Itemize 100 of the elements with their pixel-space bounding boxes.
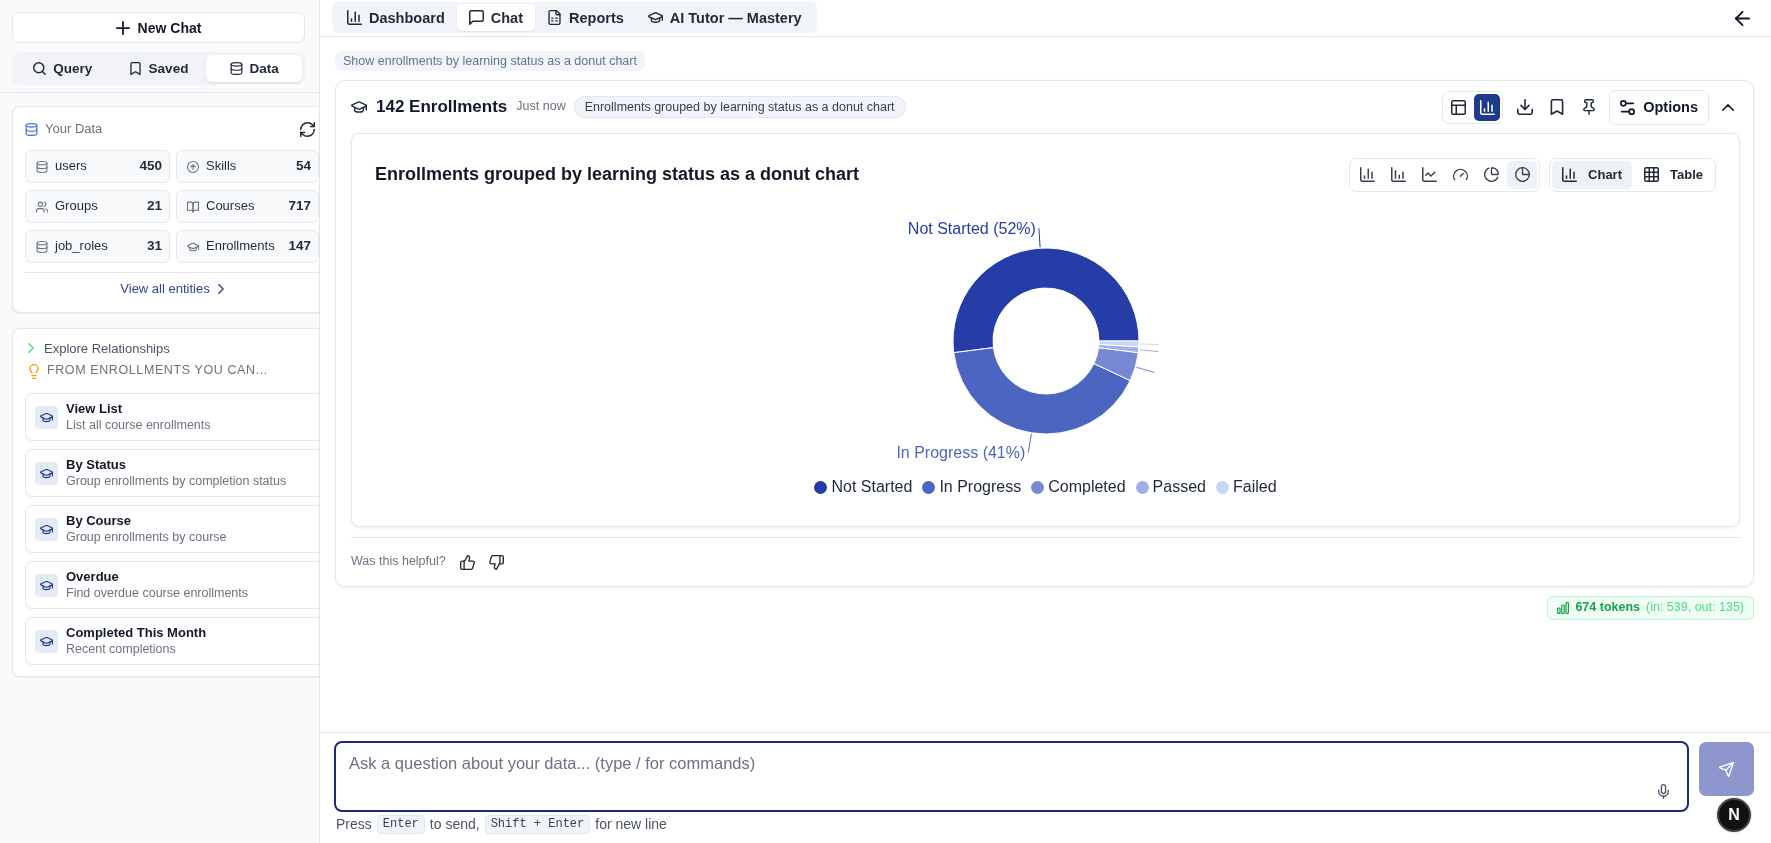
action-item[interactable]: Overdue Find overdue course enrollments [25,561,319,610]
database-icon [36,240,48,253]
query-chip: Show enrollments by learning status as a donut chart [335,51,645,71]
entity-card[interactable]: job_roles 31 [25,230,170,263]
section-heading: FROM ENROLLMENTS YOU CAN... [47,363,268,380]
entity-name: users [55,158,87,175]
bar-chart-icon [1359,167,1375,182]
entity-card[interactable]: Courses 717 [176,190,319,223]
table-icon [1644,167,1659,182]
chart-type-button[interactable] [1507,160,1538,189]
leader-line [1138,349,1159,353]
refresh-icon[interactable] [300,121,315,137]
database-icon [229,62,243,75]
floating-badge-button[interactable]: N [1717,798,1751,832]
entity-count: 31 [146,238,162,255]
display-mode-button[interactable]: Chart [1552,160,1632,189]
action-description: Recent completions [66,642,177,658]
top-tab[interactable]: Reports [535,4,636,31]
bar-chart-icon [1562,167,1578,182]
action-item[interactable]: By Status Group enrollments by completion status [25,449,319,498]
database-icon [36,160,48,173]
view-toggle-button[interactable] [1474,93,1501,121]
new-chat-button[interactable]: New Chat [12,12,305,43]
pin-icon[interactable] [1581,99,1598,115]
download-icon[interactable] [1517,99,1534,115]
bar-chart-icon [1557,602,1570,614]
entity-name: Skills [206,158,237,175]
summary-chip: Enrollments grouped by learning status as a donut chart [573,96,906,118]
lightbulb-icon [29,363,39,379]
bookmark-icon [128,62,142,75]
legend-label: Failed [1232,477,1277,497]
action-description: Group enrollments by completion status [66,474,287,490]
line-chart-icon [1421,167,1437,182]
action-item[interactable]: View List List all course enrollments [25,393,319,442]
send-icon [1719,761,1734,777]
action-title: Completed This Month [66,624,207,642]
legend-label: In Progress [939,477,1022,497]
top-tab[interactable]: AI Tutor — Mastery [635,4,814,31]
entity-count: 147 [288,238,311,255]
entity-name: job_roles [55,238,108,255]
legend-label: Passed [1152,477,1206,497]
chevron-right-icon [217,284,224,295]
bookmark-icon[interactable] [1549,99,1566,115]
display-mode-button[interactable]: Table [1634,160,1713,189]
section-title: Your Data [45,120,103,138]
leader-line [1027,433,1032,454]
gauge-icon [1452,167,1468,182]
pie-chart-icon [1514,167,1530,182]
entity-count: 450 [139,158,162,175]
action-description: Find overdue course enrollments [66,586,249,602]
leader-line [1138,343,1159,346]
entity-card[interactable]: Groups 21 [25,190,170,223]
legend-label: Completed [1048,477,1126,497]
result-title: 142 Enrollments [376,96,508,118]
top-tab[interactable]: Chat [456,4,535,31]
action-title: By Status [66,456,127,474]
slice-label: Not Started (52%) [907,219,1036,237]
graduation-cap-icon [351,99,367,115]
thumbs-up-icon[interactable] [459,554,475,570]
bar-chart-icon [1390,167,1406,182]
bar-chart-icon [347,10,362,25]
entity-count: 21 [146,198,162,215]
graduation-cap-icon [35,629,58,653]
entity-card[interactable]: users 450 [25,150,170,183]
token-detail: (in: 539, out: 135) [1646,600,1744,616]
feedback-prompt: Was this helpful? [351,554,446,570]
hint-text: for new line [595,815,667,834]
book-icon [187,200,199,213]
chart-title: Enrollments grouped by learning status as a donut chart [375,163,860,186]
key-label: Enter [376,815,425,834]
chevron-icon[interactable] [1722,103,1734,111]
graduation-cap-icon [35,517,58,541]
pie-chart-icon [1483,167,1499,182]
question-input[interactable]: Ask a question about your data... (type / for commands) [334,741,1689,812]
bar-chart-icon [1479,99,1495,115]
send-button[interactable] [1699,742,1754,796]
graduation-cap-icon [647,10,663,25]
entity-card[interactable]: Skills 54 [176,150,319,183]
graduation-cap-icon [35,461,58,485]
view-all-link[interactable]: View all entities [120,281,224,298]
sidebar-tab[interactable]: Data [206,55,302,82]
options-button[interactable]: Options [1609,89,1709,125]
arrow-circle-icon [187,160,199,173]
top-tab[interactable]: Dashboard [335,4,457,31]
entity-count: 54 [295,158,311,175]
action-item[interactable]: By Course Group enrollments by course [25,505,319,554]
entity-card[interactable]: Enrollments 147 [176,230,319,263]
hint-text: Press [336,815,372,834]
speech-bubble-icon [468,10,484,25]
action-title: View List [66,400,124,418]
microphone-icon[interactable] [1658,784,1669,799]
sidebar-tab[interactable]: Query [15,55,111,82]
thumbs-down-icon[interactable] [488,554,504,570]
search-icon [33,62,47,75]
action-item[interactable]: Completed This Month Recent completions [25,617,319,666]
people-icon [36,200,48,213]
action-description: Group enrollments by course [66,530,227,546]
sliders-icon [1620,99,1636,115]
explore-toggle[interactable]: Explore Relationships [25,338,170,359]
sidebar-tab[interactable]: Saved [110,55,207,82]
